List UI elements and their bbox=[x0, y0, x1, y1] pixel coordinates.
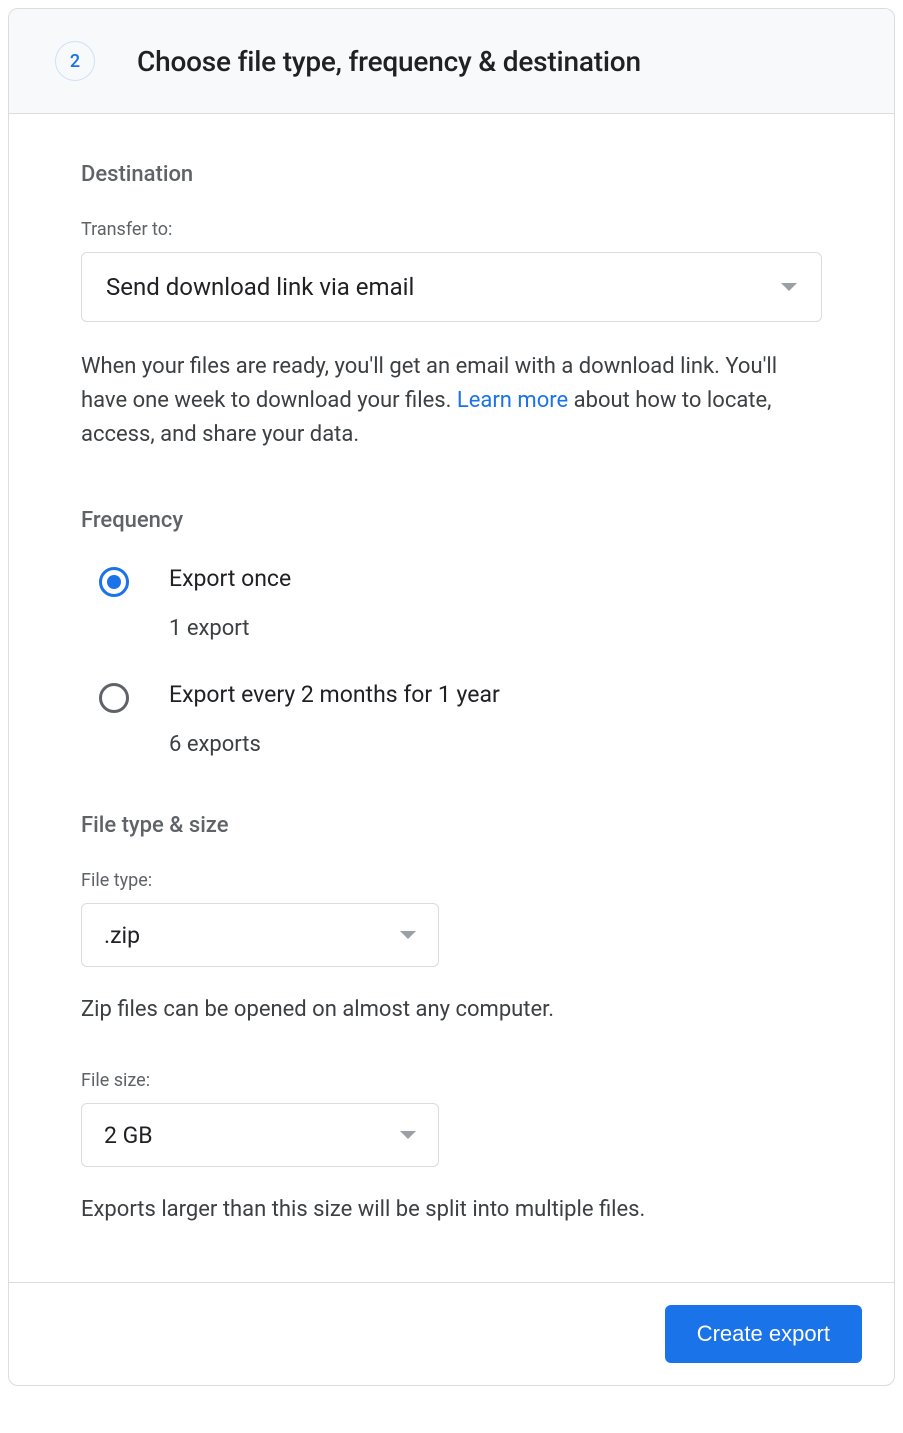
frequency-option-export-scheduled[interactable]: Export every 2 months for 1 year 6 expor… bbox=[81, 681, 822, 757]
file-size-helper: Exports larger than this size will be sp… bbox=[81, 1193, 822, 1226]
file-type-size-section: File type & size File type: .zip Zip fil… bbox=[81, 813, 822, 1226]
radio-dot-icon bbox=[107, 575, 121, 589]
radio-icon bbox=[99, 683, 129, 713]
file-type-helper: Zip files can be opened on almost any co… bbox=[81, 993, 822, 1026]
card-footer: Create export bbox=[9, 1282, 894, 1385]
file-size-block: File size: 2 GB Exports larger than this… bbox=[81, 1070, 822, 1226]
card-header: 2 Choose file type, frequency & destinat… bbox=[9, 9, 894, 114]
step-card: 2 Choose file type, frequency & destinat… bbox=[8, 8, 895, 1386]
radio-title: Export every 2 months for 1 year bbox=[169, 681, 500, 708]
learn-more-link[interactable]: Learn more bbox=[457, 388, 568, 413]
destination-description: When your files are ready, you'll get an… bbox=[81, 350, 822, 452]
file-size-label: File size: bbox=[81, 1070, 822, 1091]
step-number: 2 bbox=[70, 51, 80, 72]
card-body: Destination Transfer to: Send download l… bbox=[9, 114, 894, 1282]
file-type-size-heading: File type & size bbox=[81, 813, 822, 838]
file-type-select[interactable]: .zip bbox=[81, 903, 439, 967]
create-export-button[interactable]: Create export bbox=[665, 1305, 862, 1363]
file-type-value: .zip bbox=[104, 922, 140, 949]
file-size-select[interactable]: 2 GB bbox=[81, 1103, 439, 1167]
step-number-badge: 2 bbox=[55, 41, 95, 81]
frequency-option-export-once[interactable]: Export once 1 export bbox=[81, 565, 822, 641]
radio-icon bbox=[99, 567, 129, 597]
transfer-to-value: Send download link via email bbox=[106, 273, 414, 301]
caret-down-icon bbox=[781, 283, 797, 291]
frequency-heading: Frequency bbox=[81, 508, 822, 533]
caret-down-icon bbox=[400, 1131, 416, 1139]
caret-down-icon bbox=[400, 931, 416, 939]
file-size-value: 2 GB bbox=[104, 1122, 153, 1149]
transfer-to-select[interactable]: Send download link via email bbox=[81, 252, 822, 322]
destination-section: Destination Transfer to: Send download l… bbox=[81, 162, 822, 452]
frequency-section: Frequency Export once 1 export Export ev… bbox=[81, 508, 822, 757]
card-title: Choose file type, frequency & destinatio… bbox=[137, 45, 641, 78]
destination-heading: Destination bbox=[81, 162, 822, 187]
transfer-to-label: Transfer to: bbox=[81, 219, 822, 240]
radio-title: Export once bbox=[169, 565, 291, 592]
radio-subtitle: 6 exports bbox=[169, 732, 500, 757]
file-type-label: File type: bbox=[81, 870, 822, 891]
radio-text-group: Export every 2 months for 1 year 6 expor… bbox=[169, 681, 500, 757]
radio-text-group: Export once 1 export bbox=[169, 565, 291, 641]
radio-subtitle: 1 export bbox=[169, 616, 291, 641]
